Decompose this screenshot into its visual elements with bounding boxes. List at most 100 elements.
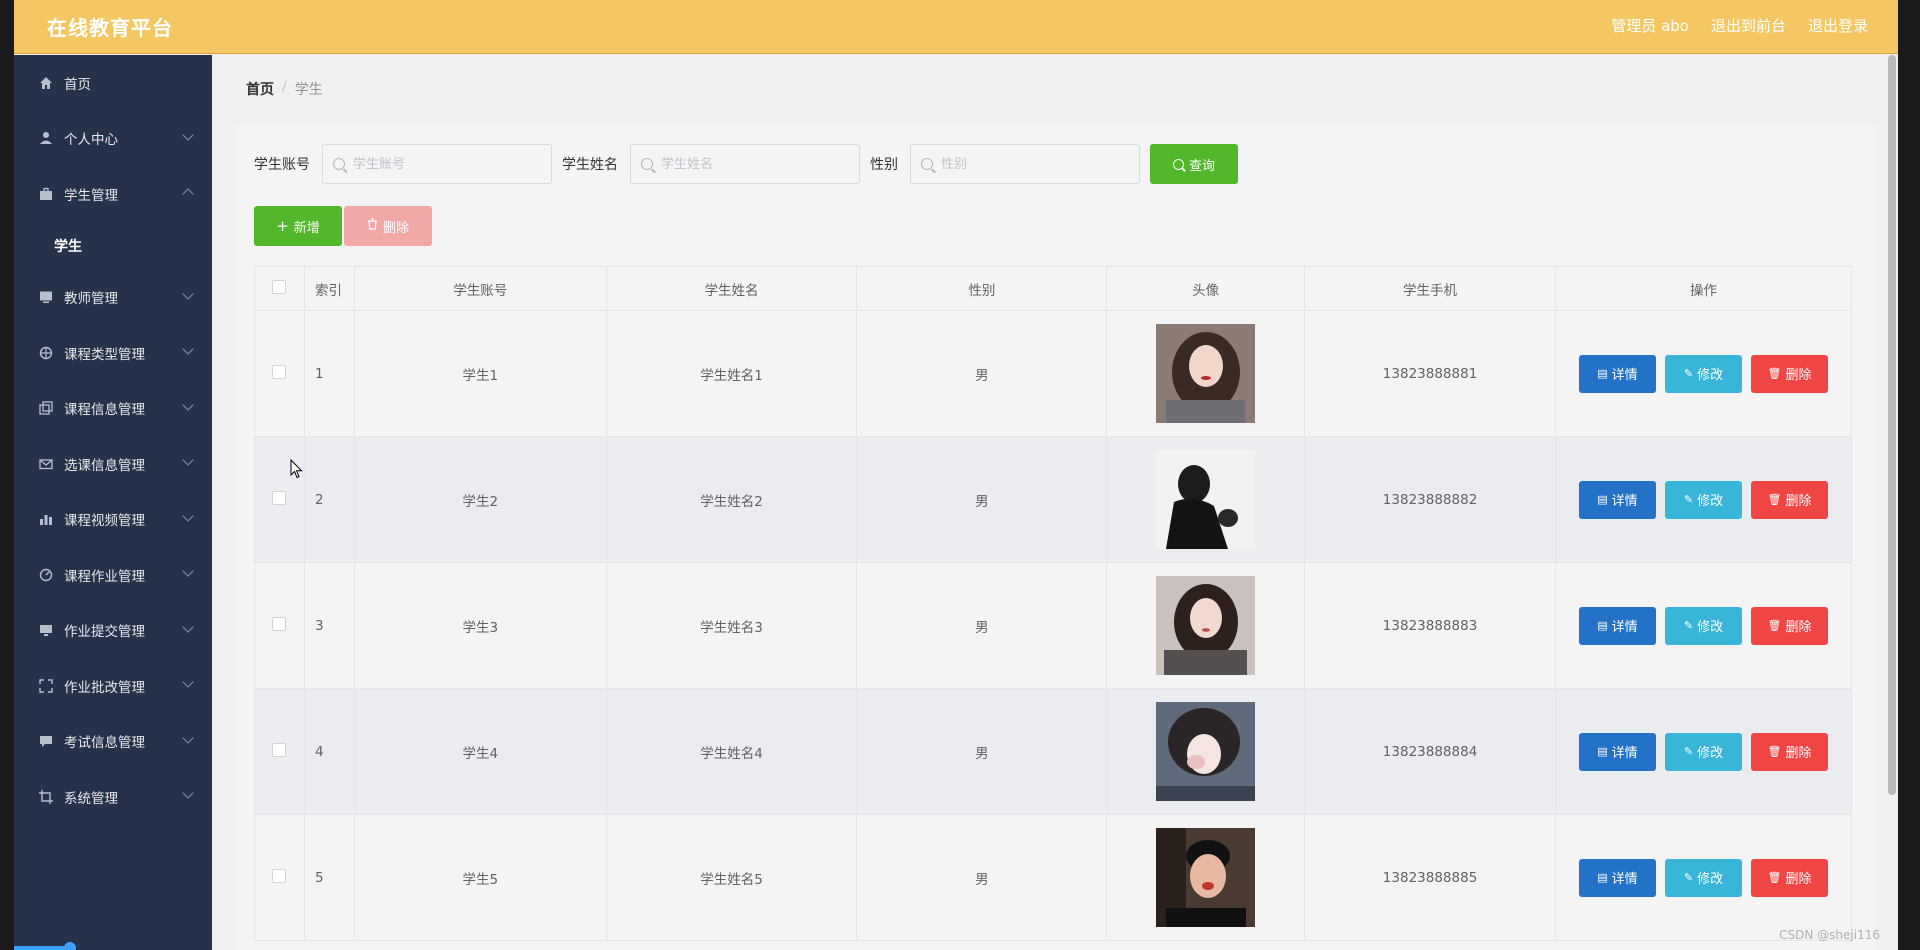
delete-button[interactable]: 🗑 删除: [1750, 858, 1828, 897]
admin-name-link[interactable]: 管理员 abo: [1611, 15, 1689, 36]
query-button[interactable]: 查询: [1150, 144, 1238, 184]
operations-cell: ▤ 详情 ✎ 修改 🗑 删除: [1554, 814, 1853, 941]
sidebar-item-homework[interactable]: 课程作业管理: [14, 547, 212, 603]
index-cell: 4: [303, 688, 355, 815]
sidebar-item-course-info[interactable]: 课程信息管理: [14, 381, 212, 437]
name-cell: 学生姓名3: [605, 562, 858, 689]
index-cell: 2: [303, 436, 355, 563]
sidebar-item-profile[interactable]: 个人中心: [14, 111, 212, 167]
delete-button[interactable]: 🗑 删除: [1750, 606, 1828, 645]
account-search-field[interactable]: [322, 144, 552, 184]
sidebar-item-teacher-mgmt[interactable]: 教师管理: [14, 270, 212, 326]
operations-cell: ▤ 详情 ✎ 修改 🗑 删除: [1554, 688, 1853, 815]
detail-button[interactable]: ▤ 详情: [1578, 480, 1656, 519]
sidebar-item-enrollment[interactable]: 选课信息管理: [14, 436, 212, 492]
gender-label: 性别: [870, 157, 898, 173]
back-to-front-link[interactable]: 退出到前台: [1711, 15, 1786, 36]
page-scrollbar[interactable]: [1884, 55, 1898, 950]
sidebar-scroll-indicator[interactable]: [14, 942, 212, 950]
select-all-checkbox[interactable]: [272, 279, 287, 294]
name-cell: 学生姓名4: [605, 688, 858, 815]
add-button-label: 新增: [293, 220, 320, 236]
row-checkbox[interactable]: [272, 742, 287, 757]
sidebar-item-label: 课程视频管理: [64, 513, 145, 530]
edit-button[interactable]: ✎ 修改: [1664, 480, 1742, 519]
logout-link[interactable]: 退出登录: [1808, 15, 1868, 36]
app-frame: 在线教育平台 管理员 abo 退出到前台 退出登录 首页 个人中心 学生管理 学…: [14, 0, 1898, 950]
sidebar-item-student-mgmt[interactable]: 学生管理: [14, 166, 212, 222]
sidebar-item-exam[interactable]: 考试信息管理: [14, 714, 212, 770]
gender-search-field[interactable]: [910, 144, 1140, 184]
sidebar-item-label: 选课信息管理: [64, 457, 145, 474]
scroll-indicator-handle[interactable]: [64, 942, 76, 950]
name-cell: 学生姓名2: [605, 436, 858, 563]
add-button[interactable]: + 新增: [254, 206, 342, 246]
column-header: 性别: [856, 266, 1108, 311]
sidebar-item-home[interactable]: 首页: [14, 55, 212, 111]
name-search-input[interactable]: [661, 156, 841, 172]
avatar[interactable]: [1156, 450, 1256, 549]
avatar[interactable]: [1156, 828, 1256, 927]
gauge-icon: [38, 567, 54, 583]
user-icon: [38, 130, 54, 146]
breadcrumb-home[interactable]: 首页: [246, 79, 274, 99]
sidebar-subitem-student[interactable]: 学生: [14, 222, 212, 270]
delete-button[interactable]: 🗑 删除: [1750, 732, 1828, 771]
edit-button-label: 修改: [1697, 620, 1724, 635]
chevron-down-icon: [182, 343, 194, 355]
search-icon: [641, 158, 653, 170]
name-search-field[interactable]: [630, 144, 860, 184]
sidebar-item-submission[interactable]: 作业提交管理: [14, 603, 212, 659]
sidebar-item-label: 课程作业管理: [64, 568, 145, 585]
breadcrumb: 首页 / 学生: [246, 79, 323, 99]
phone-cell: 13823888885: [1304, 814, 1556, 941]
gender-search-input[interactable]: [941, 156, 1121, 172]
name-label: 学生姓名: [562, 157, 618, 173]
delete-button[interactable]: 🗑 删除: [1750, 354, 1828, 393]
table-row: 3 学生3 学生姓名3 男 13823888883 ▤ 详情 ✎ 修改 🗑 删除: [254, 562, 1853, 689]
pencil-icon: ✎: [1683, 367, 1694, 380]
column-header: 学生手机: [1304, 266, 1556, 311]
detail-button[interactable]: ▤ 详情: [1578, 606, 1656, 645]
document-icon: ▤: [1597, 745, 1608, 758]
trash-icon: 🗑: [1767, 745, 1782, 758]
edit-button[interactable]: ✎ 修改: [1664, 858, 1742, 897]
table-row: 1 学生1 学生姓名1 男 13823888881 ▤ 详情 ✎ 修改 🗑 删除: [254, 310, 1853, 437]
row-checkbox[interactable]: [272, 868, 287, 883]
chevron-down-icon: [182, 128, 194, 141]
detail-button[interactable]: ▤ 详情: [1578, 732, 1656, 771]
monitor-icon: [38, 289, 54, 305]
sidebar-item-course-type[interactable]: 课程类型管理: [14, 325, 212, 381]
message-icon: [38, 733, 54, 749]
edit-button[interactable]: ✎ 修改: [1664, 606, 1742, 645]
search-icon: [333, 158, 345, 170]
batch-delete-button[interactable]: 删除: [344, 206, 432, 246]
avatar[interactable]: [1156, 702, 1256, 801]
account-cell: 学生1: [353, 310, 607, 437]
search-icon: [1172, 158, 1184, 170]
search-form: 学生账号 学生姓名 性别 查询: [254, 144, 1238, 184]
sidebar-item-system[interactable]: 系统管理: [14, 769, 212, 825]
edit-button[interactable]: ✎ 修改: [1664, 354, 1742, 393]
row-checkbox[interactable]: [272, 616, 287, 631]
avatar[interactable]: [1156, 324, 1256, 423]
avatar-cell: [1106, 562, 1306, 689]
edit-button-label: 修改: [1697, 368, 1724, 383]
avatar[interactable]: [1156, 576, 1256, 675]
chevron-down-icon: [182, 620, 194, 633]
home-icon: [38, 75, 54, 91]
row-checkbox[interactable]: [272, 490, 287, 505]
delete-button[interactable]: 🗑 删除: [1750, 480, 1828, 519]
table-row: 4 学生4 学生姓名4 男 13823888884 ▤ 详情 ✎ 修改 🗑 删除: [254, 688, 1853, 815]
sidebar-item-course-video[interactable]: 课程视频管理: [14, 492, 212, 548]
chevron-down-icon: [182, 787, 194, 799]
detail-button[interactable]: ▤ 详情: [1578, 858, 1656, 897]
sidebar-item-grading[interactable]: 作业批改管理: [14, 658, 212, 714]
detail-button[interactable]: ▤ 详情: [1578, 354, 1656, 393]
scrollbar-thumb[interactable]: [1888, 55, 1896, 795]
edit-button[interactable]: ✎ 修改: [1664, 732, 1742, 771]
account-search-input[interactable]: [353, 156, 533, 172]
sidebar-item-label: 学生管理: [64, 187, 118, 204]
delete-button-label: 删除: [1785, 620, 1812, 635]
row-checkbox[interactable]: [272, 364, 287, 379]
